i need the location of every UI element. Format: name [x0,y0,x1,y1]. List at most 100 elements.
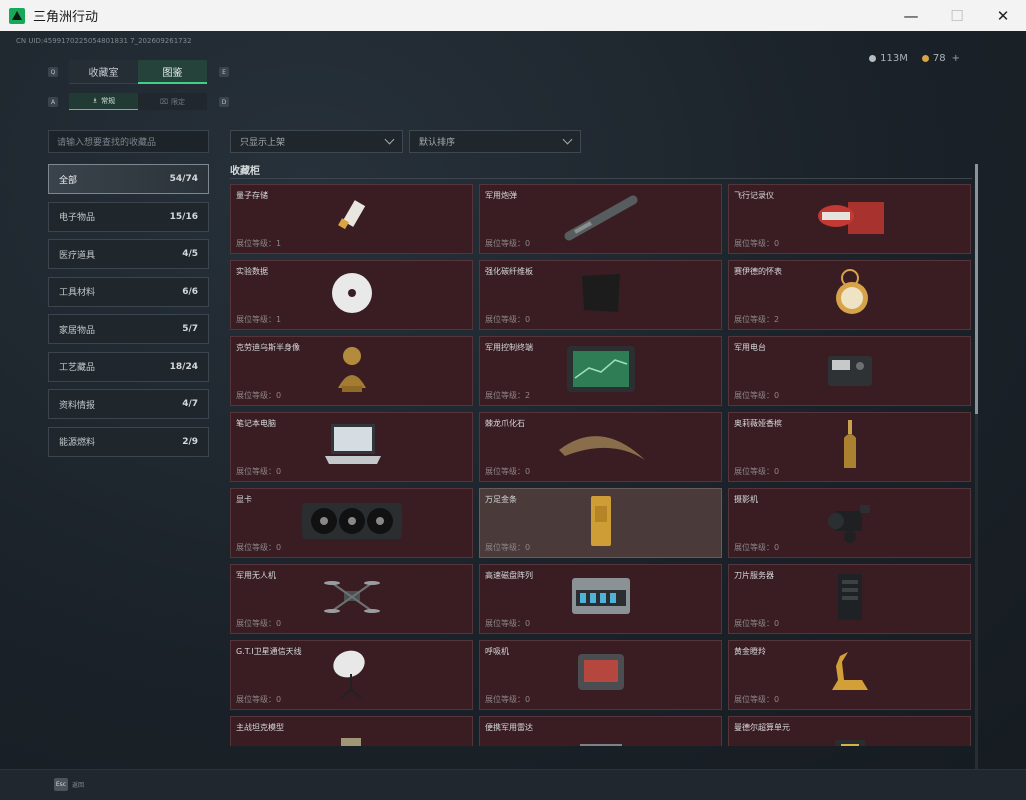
collection-item-card[interactable]: 实验数据 展位等级：1 [230,260,473,330]
item-name: 军用炮弹 [485,191,517,200]
item-display-level: 展位等级：0 [485,543,531,552]
collection-item-card[interactable]: 军用无人机 展位等级：0 [230,564,473,634]
item-display-level: 展位等级：0 [734,619,780,628]
category-electronics[interactable]: 电子物品 15/16 [48,201,209,232]
chevron-down-icon [562,134,573,145]
sort-dropdown[interactable]: 默认排序 [409,130,581,153]
item-display-level: 展位等级：0 [734,239,780,248]
item-display-level: 展位等级：0 [485,619,531,628]
carbon-plate-icon [576,268,626,322]
category-crafts[interactable]: 工艺藏品 18/24 [48,351,209,382]
item-display-level: 展位等级：2 [485,391,531,400]
minimize-button[interactable]: — [888,0,934,31]
item-display-level: 展位等级：0 [734,543,780,552]
item-display-level: 展位等级：2 [734,315,780,324]
search-input[interactable]: 请输入想要查找的收藏品 [48,130,209,153]
subtab-regular[interactable]: ♗ 常规 [69,93,138,110]
silver-coin-icon [869,54,877,62]
shelf-filter-dropdown[interactable]: 只显示上架 [230,130,403,153]
currency-bar: 113M 78 + [869,53,960,64]
category-intel[interactable]: 资料情报 4/7 [48,389,209,419]
flight-recorder-icon [810,192,890,246]
collection-item-card[interactable]: 克劳迪乌斯半身像 展位等级：0 [230,336,473,406]
scrollbar-thumb[interactable] [975,164,978,414]
main-tabs: 收藏室 图鉴 [69,60,207,84]
item-name: 黄金瞪羚 [734,647,766,656]
back-button[interactable]: Esc 返回 [54,778,84,791]
collection-item-card[interactable]: 量子存储 展位等级：1 [230,184,473,254]
app-logo-icon [9,7,25,24]
collection-item-card[interactable]: 显卡 展位等级：0 [230,488,473,558]
item-name: 飞行记录仪 [734,191,774,200]
gold-gazelle-icon [822,646,878,704]
collection-item-card[interactable]: G.T.I卫星通信天线 展位等级：0 [230,640,473,710]
collection-item-card[interactable]: 便携军用雷达展位等级：0 [479,716,722,746]
champagne-icon [838,418,862,476]
close-button[interactable]: ✕ [980,0,1026,31]
add-currency-button[interactable]: + [952,53,960,64]
collection-item-card[interactable]: 摄影机展位等级：0 [728,488,971,558]
collection-item-card[interactable]: 万足金条 展位等级：0 [479,488,722,558]
collection-item-card[interactable]: 军用炮弹 展位等级：0 [479,184,722,254]
category-tools[interactable]: 工具材料 6/6 [48,276,209,307]
gold-coin-icon [921,54,929,62]
collection-item-card[interactable]: 赛伊德的怀表 展位等级：2 [728,260,971,330]
item-name: 呼吸机 [485,647,509,656]
title-bar: 三角洲行动 — ☐ ✕ [0,0,1026,31]
collection-item-card[interactable]: 军用电台 展位等级：0 [728,336,971,406]
collection-item-card[interactable]: 呼吸机 展位等级：0 [479,640,722,710]
item-name: 摄影机 [734,495,758,504]
radar-icon [576,734,626,746]
section-title: 收藏柜 [230,166,260,177]
category-energy[interactable]: 能源燃料 2/9 [48,426,209,457]
category-household[interactable]: 家居物品 5/7 [48,314,209,344]
shell-icon [561,192,641,246]
collection-item-card[interactable]: 刀片服务器展位等级：0 [728,564,971,634]
collection-item-card[interactable]: 黄金瞪羚 展位等级：0 [728,640,971,710]
drone-icon [322,575,382,623]
item-display-level: 展位等级：0 [236,543,282,552]
regular-icon: ♗ [91,97,99,105]
sub-tabs: ♗ 常规 ⌧ 限定 [69,93,207,110]
satellite-dish-icon [327,646,377,704]
collection-item-card[interactable]: 飞行记录仪展位等级：0 [728,184,971,254]
item-name: 军用电台 [734,343,766,352]
window-title: 三角洲行动 [33,10,99,25]
collection-item-card[interactable]: 曼德尔超算单元展位等级：0 [728,716,971,746]
control-terminal-icon [561,342,641,400]
item-name: 便携军用雷达 [485,723,533,732]
footer-bar: Esc 返回 [0,769,1026,800]
item-name: 刀片服务器 [734,571,774,580]
item-name: 量子存储 [236,191,268,200]
collection-item-card[interactable]: 笔记本电脑 展位等级：0 [230,412,473,482]
item-display-level: 展位等级：0 [236,695,282,704]
subtab-limited[interactable]: ⌧ 限定 [138,93,207,110]
collection-item-card[interactable]: 奥莉薇娅香槟 展位等级：0 [728,412,971,482]
item-name: 强化碳纤维板 [485,267,533,276]
pocket-watch-icon [825,266,875,324]
tab-collection-room[interactable]: 收藏室 [69,60,138,84]
ventilator-icon [574,650,628,700]
collection-grid: 量子存储 展位等级：1 军用炮弹 展位等级：0 飞行记录仪 展位等级：0 实验数据 展位等级：… [230,184,972,746]
collection-item-card[interactable]: 主战坦克模型展位等级：0 [230,716,473,746]
main-area: CN UID:4599170225054801831 7_20260926173… [0,31,1026,776]
uid-text: CN UID:4599170225054801831 7_20260926173… [16,37,192,45]
esc-key-icon: Esc [54,778,68,791]
item-display-level: 展位等级：0 [236,391,282,400]
gold-currency[interactable]: 78 + [921,53,960,64]
tab-catalog[interactable]: 图鉴 [138,60,207,84]
collection-item-card[interactable]: 棘龙爪化石 展位等级：0 [479,412,722,482]
maximize-button[interactable]: ☐ [934,0,980,31]
tank-model-icon [327,734,377,746]
scrollbar[interactable] [975,164,978,776]
item-display-level: 展位等级：0 [236,619,282,628]
collection-item-card[interactable]: 高速磁盘阵列 展位等级：0 [479,564,722,634]
claw-fossil-icon [551,420,651,474]
item-name: 实验数据 [236,267,268,276]
collection-item-card[interactable]: 强化碳纤维板 展位等级：0 [479,260,722,330]
key-d-icon: D [219,97,229,107]
category-medical[interactable]: 医疗道具 4/5 [48,239,209,269]
category-all[interactable]: 全部 54/74 [48,164,209,194]
collection-item-card[interactable]: 军用控制终端 展位等级：2 [479,336,722,406]
graphics-card-icon [298,497,406,549]
